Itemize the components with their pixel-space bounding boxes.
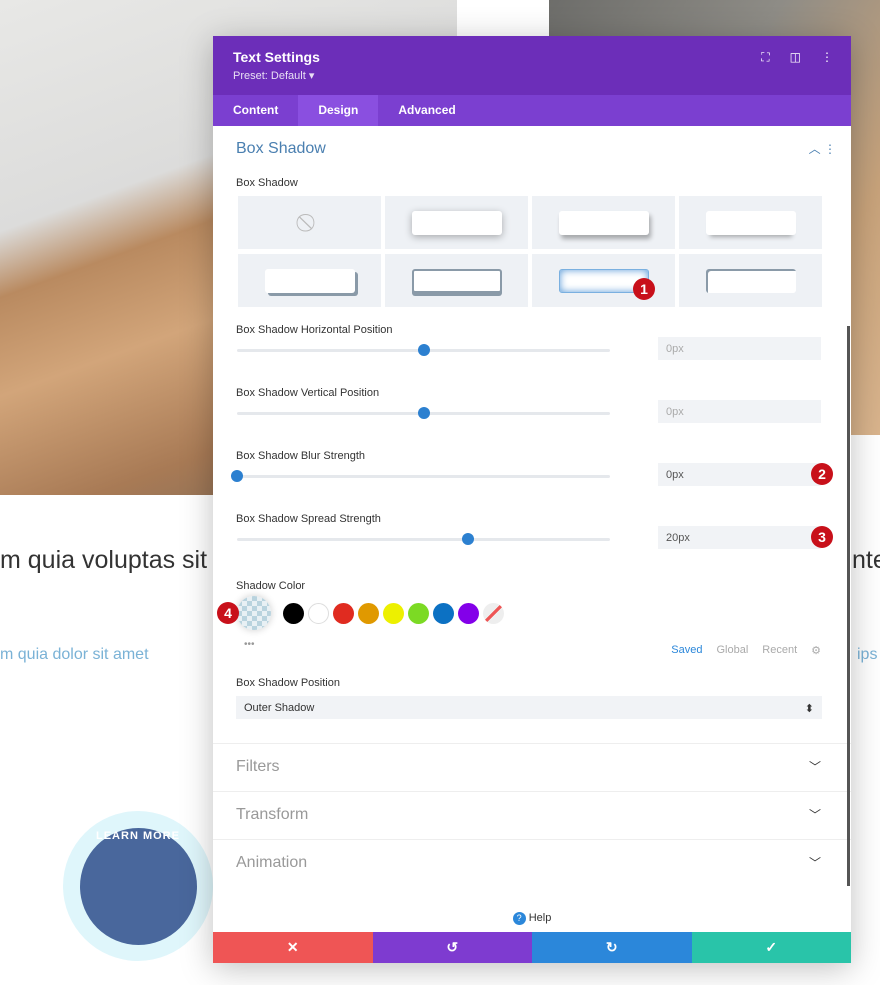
help-icon: ? [512,912,526,925]
redo-button[interactable]: ↻ [532,932,692,963]
color-swatch[interactable] [283,602,304,624]
chevron-down-icon: ﹀ [808,856,821,870]
select-value: Outer Shadow [244,702,315,714]
gear-icon[interactable]: ⚙ [811,644,821,657]
section-title[interactable]: Box Shadow [236,140,326,158]
shadow-color-label: Shadow Color [236,580,306,592]
preset-2[interactable] [385,196,528,249]
text-settings-modal: Text Settings Preset: Default ▾ ⛶ ◫ ⋮ Co… [213,36,851,963]
preset-none[interactable]: ⃠ [238,196,381,249]
scrollbar[interactable] [847,326,850,886]
color-picker[interactable] [237,596,271,630]
tab-content[interactable]: Content [213,95,298,126]
slider-value-input[interactable]: 0px [658,463,821,486]
cancel-button[interactable]: ✕ [213,932,373,963]
box-shadow-label: Box Shadow [236,177,298,189]
tab-design[interactable]: Design [298,95,379,126]
color-tab-global[interactable]: Global [716,644,748,657]
preset-7-selected[interactable]: 1 [532,254,675,307]
transparent-swatch[interactable] [483,602,504,624]
split-view-icon[interactable]: ◫ [790,50,801,65]
slider-track[interactable] [237,344,610,356]
more-colors-icon[interactable]: ••• [244,639,255,650]
badge-3: 3 [811,526,833,548]
preset-8[interactable] [679,254,822,307]
learn-more-button[interactable] [80,828,197,945]
slider-thumb[interactable] [417,407,430,419]
color-tab-recent[interactable]: Recent [762,644,797,657]
bg-link-right[interactable]: ips [857,646,877,664]
color-swatches [237,596,504,630]
slider-label: Box Shadow Blur Strength [236,450,366,462]
tab-bar: Content Design Advanced [213,95,851,126]
color-swatch[interactable] [383,602,404,624]
filters-label: Filters [236,758,280,775]
slider-thumb[interactable] [231,470,243,482]
help-link[interactable]: ? Help [213,912,851,925]
chevron-down-icon: ﹀ [808,760,821,774]
modal-title: Text Settings [233,49,320,65]
bg-heading-right: nte [852,546,880,574]
color-swatch[interactable] [433,602,454,624]
bg-link[interactable]: m quia dolor sit amet [0,646,149,664]
slider-label: Box Shadow Spread Strength [236,513,381,525]
badge-1: 1 [633,278,655,300]
color-swatch[interactable] [308,602,329,624]
more-options-icon[interactable]: ⋮ [821,50,833,65]
chevron-down-icon: ﹀ [808,808,821,822]
section-transform[interactable]: Transform ﹀ [213,791,851,839]
preset-dropdown[interactable]: Preset: Default ▾ [233,69,831,82]
badge-2: 2 [811,463,833,485]
color-swatch[interactable] [333,602,354,624]
tab-advanced[interactable]: Advanced [378,95,475,126]
slider-thumb[interactable] [462,533,475,545]
badge-4: 4 [217,602,239,624]
slider-track[interactable] [231,470,610,482]
modal-footer: ✕ ↺ ↻ ✓ [213,932,851,963]
shadow-position-select[interactable]: Outer Shadow ⬍ [236,696,822,719]
help-label: Help [528,912,552,924]
color-swatch[interactable] [458,602,479,624]
slider-track[interactable] [237,407,610,419]
fullscreen-icon[interactable]: ⛶ [761,50,769,65]
preset-4[interactable] [679,196,822,249]
section-filters[interactable]: Filters ﹀ [213,743,851,791]
slider-track[interactable] [237,533,610,545]
transform-label: Transform [236,806,309,823]
color-swatch[interactable] [358,602,379,624]
collapse-chevron-icon[interactable]: ︿ ⋮ [809,140,836,157]
animation-label: Animation [236,854,308,871]
section-animation[interactable]: Animation ﹀ [213,839,851,887]
slider-value-input[interactable]: 0px [658,337,821,360]
color-tab-saved[interactable]: Saved [671,644,702,657]
slider-thumb[interactable] [417,344,430,356]
save-button[interactable]: ✓ [691,932,851,963]
box-shadow-presets: ⃠ 1 [238,196,822,307]
slider-label: Box Shadow Vertical Position [236,387,380,399]
slider-value-input[interactable]: 20px [658,526,821,549]
select-arrows-icon: ⬍ [804,703,814,715]
preset-3[interactable] [532,196,675,249]
bg-heading: m quia voluptas sit [0,546,208,574]
position-label: Box Shadow Position [236,677,340,689]
preset-6[interactable] [385,254,528,307]
learn-more-label: LEARN MORE [96,830,180,842]
modal-header: Text Settings Preset: Default ▾ ⛶ ◫ ⋮ [213,36,851,95]
slider-value-input[interactable]: 0px [658,400,821,423]
undo-button[interactable]: ↺ [372,932,532,963]
color-swatch[interactable] [408,602,429,624]
preset-5[interactable] [238,254,381,307]
slider-label: Box Shadow Horizontal Position [236,324,393,336]
